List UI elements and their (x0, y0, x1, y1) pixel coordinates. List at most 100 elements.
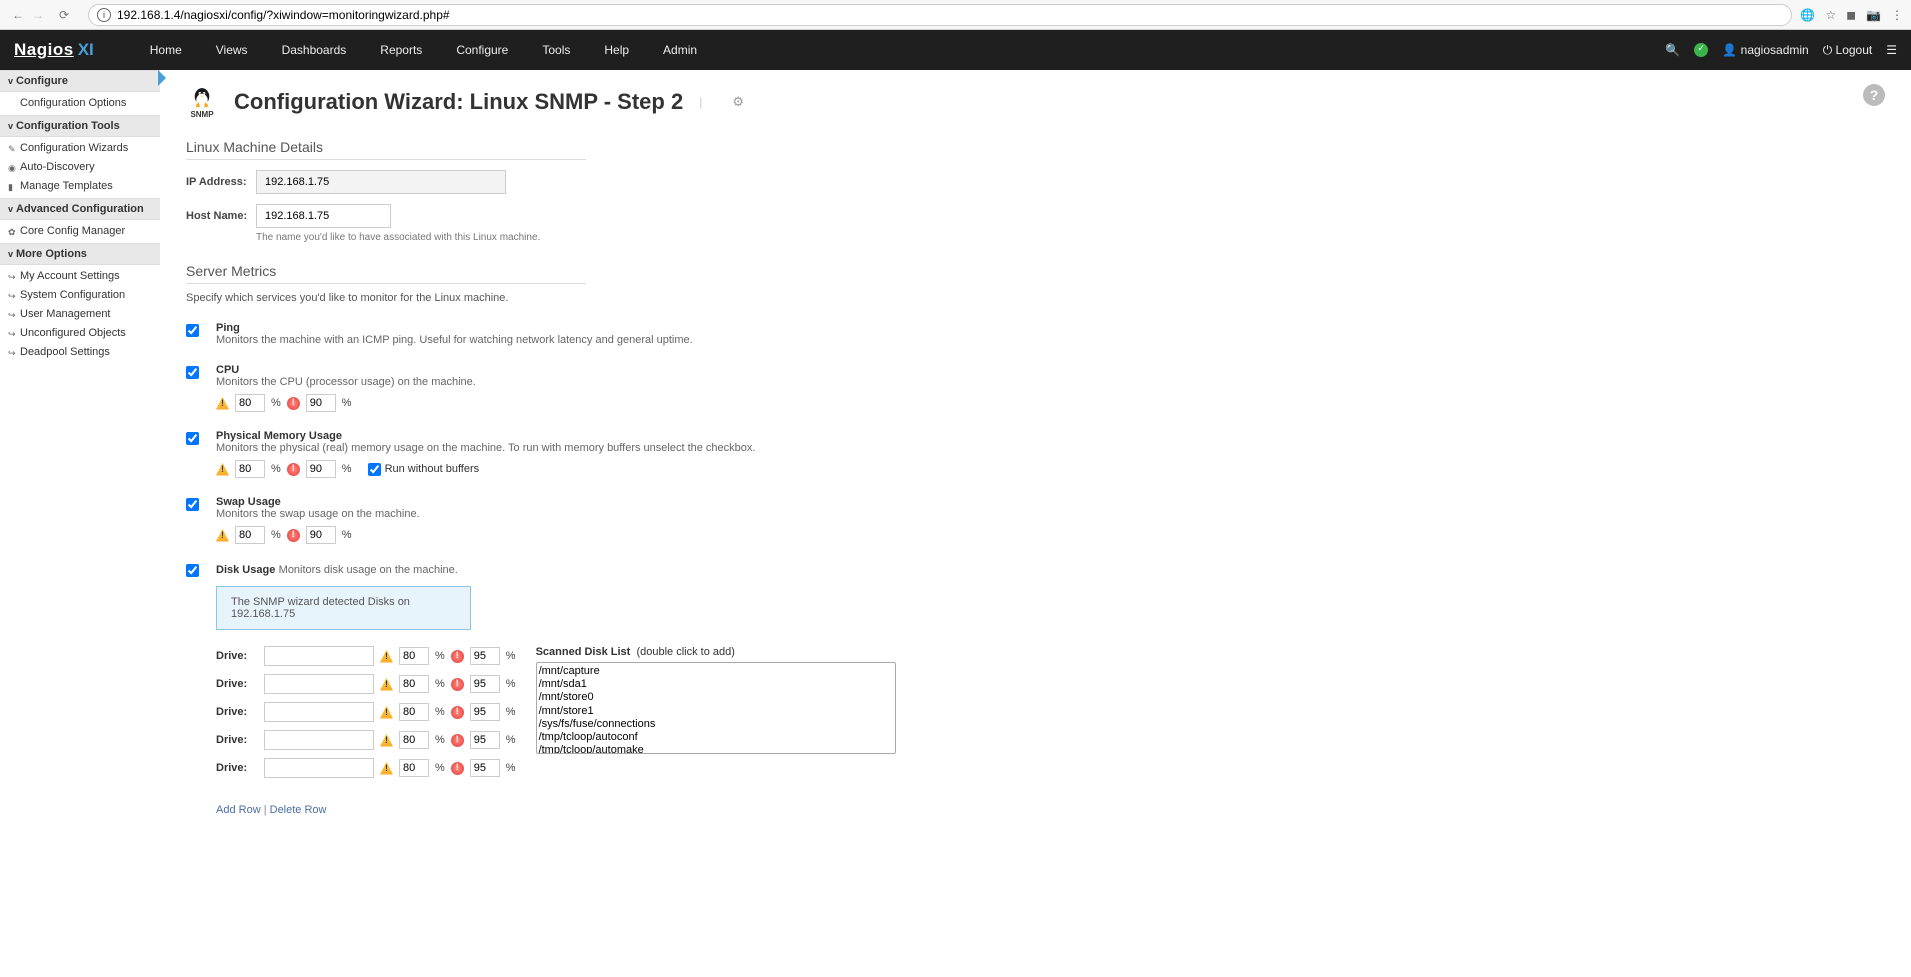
user-menu[interactable]: 👤 nagiosadmin (1722, 43, 1808, 57)
nav-dashboards[interactable]: Dashboards (266, 30, 363, 70)
cpu-desc: Monitors the CPU (processor usage) on th… (216, 376, 476, 388)
cpu-warn-input[interactable] (235, 394, 265, 412)
camera-icon[interactable]: 📷 (1866, 8, 1881, 22)
cpu-checkbox[interactable] (186, 366, 199, 379)
sidebar-item-user-mgmt[interactable]: ↪User Management (0, 305, 160, 324)
drive-path-input[interactable] (264, 730, 374, 750)
logo[interactable]: Nagios XI (14, 40, 94, 60)
drive-crit-input[interactable] (470, 703, 500, 721)
ip-label: IP Address: (186, 176, 256, 188)
nav-configure[interactable]: Configure (440, 30, 524, 70)
search-icon[interactable]: 🔍 (1665, 43, 1680, 57)
scanned-disk-item[interactable]: /tmp/tcloop/automake (539, 744, 893, 754)
arrow-icon: ↪ (8, 308, 16, 323)
reload-button[interactable]: ⟳ (54, 5, 74, 25)
scanned-disk-item[interactable]: /mnt/store1 (539, 705, 893, 718)
scanned-disk-item[interactable]: /sys/fs/fuse/connections (539, 718, 893, 731)
nav-views[interactable]: Views (200, 30, 264, 70)
drive-crit-input[interactable] (470, 675, 500, 693)
drive-row: Drive:%% (216, 674, 516, 694)
hostname-label: Host Name: (186, 210, 256, 222)
swap-warn-input[interactable] (235, 526, 265, 544)
address-bar[interactable]: i (88, 4, 1792, 26)
nav-tools[interactable]: Tools (526, 30, 586, 70)
drive-warn-input[interactable] (399, 759, 429, 777)
critical-icon (451, 762, 464, 775)
sidebar-section-configure[interactable]: vConfigure (0, 70, 160, 92)
warning-icon (380, 706, 393, 719)
drive-warn-input[interactable] (399, 647, 429, 665)
hostname-input[interactable] (256, 204, 391, 228)
critical-icon (287, 397, 300, 410)
sidebar-section-more[interactable]: vMore Options (0, 243, 160, 265)
arrow-icon: ↪ (8, 327, 16, 342)
pmem-checkbox[interactable] (186, 432, 199, 445)
extension-icon[interactable]: ◼ (1846, 8, 1856, 22)
runwithoutbuffers-checkbox[interactable] (368, 463, 381, 476)
sidebar-section-advanced[interactable]: vAdvanced Configuration (0, 198, 160, 220)
scanned-disk-item[interactable]: /mnt/sda1 (539, 678, 893, 691)
pmem-warn-input[interactable] (235, 460, 265, 478)
status-ok-icon[interactable] (1694, 43, 1708, 57)
sidebar-item-deadpool[interactable]: ↪Deadpool Settings (0, 343, 160, 362)
sidebar-item-sysconfig[interactable]: ↪System Configuration (0, 286, 160, 305)
ping-checkbox[interactable] (186, 324, 199, 337)
disk-checkbox[interactable] (186, 564, 199, 577)
site-info-icon[interactable]: i (97, 8, 111, 22)
warning-icon (216, 397, 229, 410)
page-title: Configuration Wizard: Linux SNMP - Step … (234, 89, 683, 115)
scanned-disk-title: Scanned Disk List (double click to add) (536, 646, 896, 658)
scanned-disk-item[interactable]: /tmp/tcloop/autoconf (539, 731, 893, 744)
drive-crit-input[interactable] (470, 759, 500, 777)
star-icon[interactable]: ☆ (1825, 8, 1836, 22)
forward-button[interactable]: → (28, 5, 48, 25)
help-icon[interactable]: ? (1863, 84, 1885, 106)
sidebar-item-auto-discovery[interactable]: ◉Auto-Discovery (0, 158, 160, 177)
delete-row-link[interactable]: Delete Row (270, 804, 327, 816)
sidebar-section-config-tools[interactable]: vConfiguration Tools (0, 115, 160, 137)
nav-admin[interactable]: Admin (647, 30, 713, 70)
settings-gear-icon[interactable]: ⚙ (732, 94, 744, 110)
cpu-crit-input[interactable] (306, 394, 336, 412)
runwithoutbuffers-label: Run without buffers (385, 463, 480, 475)
sidebar-item-unconfigured[interactable]: ↪Unconfigured Objects (0, 324, 160, 343)
kebab-icon[interactable]: ⋮ (1891, 8, 1903, 22)
arrow-icon: ↪ (8, 346, 16, 361)
drive-crit-input[interactable] (470, 731, 500, 749)
sidebar-item-account[interactable]: ↪My Account Settings (0, 267, 160, 286)
sidebar-item-ccm[interactable]: ✿Core Config Manager (0, 222, 160, 241)
nav-home[interactable]: Home (134, 30, 198, 70)
scanned-disk-item[interactable]: /mnt/capture (539, 665, 893, 678)
swap-title: Swap Usage (216, 496, 420, 508)
scanned-disk-list[interactable]: /mnt/capture/mnt/sda1/mnt/store0/mnt/sto… (536, 662, 896, 754)
drive-warn-input[interactable] (399, 731, 429, 749)
arrow-icon: ↪ (8, 270, 16, 285)
swap-checkbox[interactable] (186, 498, 199, 511)
drive-warn-input[interactable] (399, 675, 429, 693)
drive-crit-input[interactable] (470, 647, 500, 665)
wand-icon: ✎ (8, 142, 16, 157)
nav-reports[interactable]: Reports (364, 30, 438, 70)
logout-link[interactable]: ⏻ Logout (1823, 43, 1873, 58)
nav-help[interactable]: Help (588, 30, 645, 70)
sidebar-item-config-wizards[interactable]: ✎Configuration Wizards (0, 139, 160, 158)
eye-icon: ◉ (8, 161, 16, 176)
disk-info-box: The SNMP wizard detected Disks on 192.16… (216, 586, 471, 630)
translate-icon[interactable]: 🌐 (1800, 8, 1815, 22)
drive-warn-input[interactable] (399, 703, 429, 721)
sidebar-item-config-options[interactable]: Configuration Options (0, 94, 160, 113)
drive-path-input[interactable] (264, 758, 374, 778)
swap-crit-input[interactable] (306, 526, 336, 544)
sidebar-item-manage-templates[interactable]: ▮Manage Templates (0, 177, 160, 196)
drive-path-input[interactable] (264, 646, 374, 666)
scanned-disk-item[interactable]: /mnt/store0 (539, 691, 893, 704)
critical-icon (451, 678, 464, 691)
pmem-title: Physical Memory Usage (216, 430, 755, 442)
add-row-link[interactable]: Add Row (216, 804, 261, 816)
pmem-crit-input[interactable] (306, 460, 336, 478)
drive-path-input[interactable] (264, 674, 374, 694)
back-button[interactable]: ← (8, 5, 28, 25)
url-input[interactable] (117, 8, 1783, 22)
menu-bars-icon[interactable]: ☰ (1886, 43, 1897, 57)
drive-path-input[interactable] (264, 702, 374, 722)
